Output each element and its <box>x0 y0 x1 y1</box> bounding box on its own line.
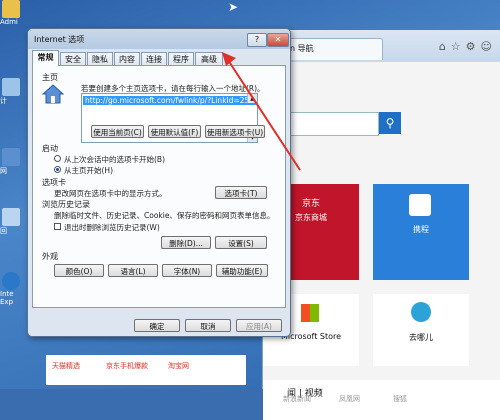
help-button[interactable]: ? <box>247 33 267 47</box>
tabs-section-text: 更改网页在选项卡中的显示方式。 <box>54 189 167 198</box>
desktop-icon-computer[interactable]: 计 <box>0 78 22 106</box>
homepage-url-text: http://go.microsoft.com/fwlink/p/?LinkId… <box>83 96 257 105</box>
homepage-house-icon <box>42 84 64 104</box>
startup-homepage-label: 从主页开始(H) <box>64 166 113 175</box>
colors-button[interactable]: 颜色(O) <box>54 264 104 277</box>
desktop-icon-admin[interactable]: Admi <box>0 0 22 26</box>
link-tmall[interactable]: 天猫精选 <box>52 361 80 371</box>
startup-last-session-radio[interactable] <box>54 155 61 162</box>
mouse-cursor-icon: ➤ <box>228 0 239 14</box>
startup-last-session-label: 从上次会话中的选项卡开始(B) <box>64 155 165 164</box>
dialog-title: Internet 选项 <box>34 35 85 44</box>
use-new-tab-button[interactable]: 使用新选项卡(U) <box>205 125 265 138</box>
cancel-button[interactable]: 取消 <box>185 319 231 332</box>
internet-explorer-icon <box>2 272 20 290</box>
tab-connections[interactable]: 连接 <box>141 52 167 65</box>
browser-content: ⚲ 京东 京东商城 携程 Microsoft Store 去哪儿 闻 | 视频 … <box>263 62 500 420</box>
tab-content[interactable]: 内容 <box>114 52 140 65</box>
qunar-icon <box>411 302 431 322</box>
microsoft-store-icon <box>301 304 319 322</box>
recycle-bin-icon <box>2 208 20 226</box>
startup-homepage-radio[interactable] <box>54 166 61 173</box>
tile-ctrip-label: 携程 <box>413 225 429 234</box>
tile-ctrip[interactable]: 携程 <box>373 184 469 280</box>
ctrip-logo-icon <box>409 194 431 216</box>
history-settings-button[interactable]: 设置(S) <box>215 236 267 249</box>
use-current-button[interactable]: 使用当前页(C) <box>91 125 144 138</box>
search-button[interactable]: ⚲ <box>379 112 401 134</box>
desktop-icon-network[interactable]: 网 <box>0 148 22 176</box>
tabs-section-label: 选项卡 <box>42 178 66 187</box>
scroll-up-icon[interactable]: ▲ <box>247 94 257 103</box>
folder-icon <box>2 0 20 18</box>
tile-qunar[interactable]: 去哪儿 <box>373 294 469 366</box>
search-icon: ⚲ <box>385 116 395 130</box>
tab-security[interactable]: 安全 <box>60 52 86 65</box>
link-jd-phone[interactable]: 京东手机爆款 <box>106 361 148 371</box>
computer-icon <box>2 78 20 96</box>
tab-programs[interactable]: 程序 <box>168 52 194 65</box>
apply-button[interactable]: 应用(A) <box>236 319 282 332</box>
news-link-sina[interactable]: 新浪新闻 <box>283 394 311 404</box>
desktop-icon-ie[interactable]: Inte Exp <box>0 272 22 306</box>
delete-history-button[interactable]: 删除(D)... <box>161 236 211 249</box>
browser-window: n 导航 ⌂☆⚙☺ ⚲ 京东 京东商城 携程 Microsoft Store 去… <box>262 30 500 420</box>
accessibility-button[interactable]: 辅助功能(E) <box>216 264 268 277</box>
tab-general[interactable]: 常规 <box>32 50 59 66</box>
tile-qunar-label: 去哪儿 <box>409 333 433 342</box>
homepage-section-label: 主页 <box>42 73 58 82</box>
network-icon <box>2 148 20 166</box>
news-link-ifeng[interactable]: 凤凰网 <box>339 394 360 404</box>
link-taobao[interactable]: 淘宝网 <box>168 361 189 371</box>
tabs-settings-button[interactable]: 选项卡(T) <box>215 186 267 199</box>
ok-button[interactable]: 确定 <box>134 319 180 332</box>
delete-on-exit-label: 退出时删除浏览历史记录(W) <box>64 223 160 232</box>
history-section-label: 浏览历史记录 <box>42 200 90 209</box>
desktop-icon-recycle-bin[interactable]: 回 <box>0 208 22 236</box>
startup-section-label: 启动 <box>42 144 58 153</box>
news-link-sohu[interactable]: 搜狐 <box>393 394 407 404</box>
internet-options-dialog: Internet 选项 ? ✕ 常规 安全 隐私 内容 连接 程序 高级 主页 … <box>27 28 291 337</box>
browser-tab[interactable]: n 导航 <box>283 38 383 60</box>
bottom-links: 天猫精选 京东手机爆款 淘宝网 <box>46 355 246 385</box>
delete-on-exit-checkbox[interactable] <box>54 223 61 230</box>
languages-button[interactable]: 语言(L) <box>108 264 158 277</box>
tab-privacy[interactable]: 隐私 <box>87 52 113 65</box>
close-button[interactable]: ✕ <box>267 33 289 47</box>
browser-toolbar-icons[interactable]: ⌂☆⚙☺ <box>439 40 497 53</box>
use-default-button[interactable]: 使用默认值(F) <box>148 125 201 138</box>
appearance-section-label: 外观 <box>42 252 58 261</box>
history-section-text: 删除临时文件、历史记录、Cookie、保存的密码和网页表单信息。 <box>54 211 275 220</box>
fonts-button[interactable]: 字体(N) <box>162 264 212 277</box>
tab-advanced[interactable]: 高级 <box>195 52 223 65</box>
